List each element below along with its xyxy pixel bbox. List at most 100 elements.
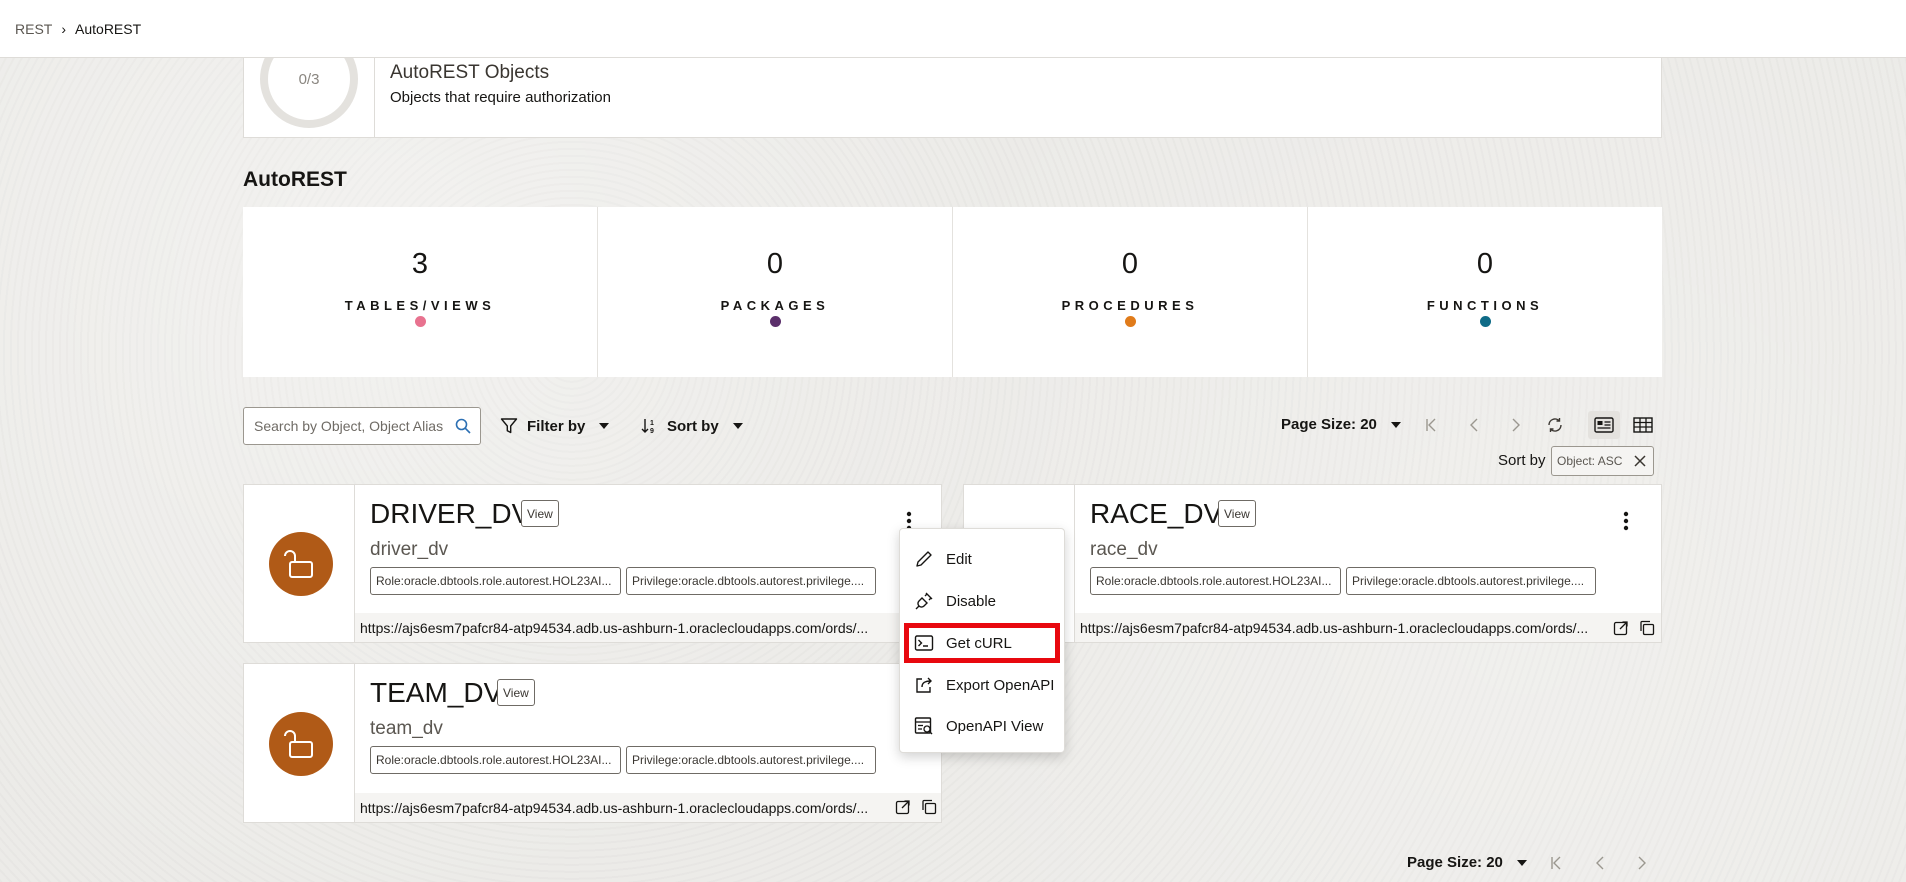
menu-item-label: OpenAPI View — [946, 717, 1044, 735]
card-url: https://ajs6esm7pafcr84-atp94534.adb.us-… — [355, 613, 941, 642]
objects-summary-title: AutoREST Objects — [390, 62, 550, 83]
card-icon-cell — [244, 664, 355, 822]
next-page-icon[interactable] — [1630, 851, 1654, 875]
card-object-alias: team_dv — [370, 718, 443, 739]
card-url-text[interactable]: https://ajs6esm7pafcr84-atp94534.adb.us-… — [1080, 620, 1588, 636]
sort-icon: 19 — [641, 419, 654, 435]
menu-item-label: Export OpenAPI — [946, 676, 1055, 694]
menu-item-label: Edit — [946, 550, 972, 568]
stat-label: FUNCTIONS — [1426, 298, 1544, 313]
menu-item-openapi-view[interactable]: OpenAPI View — [906, 708, 1058, 744]
progress-ring: 0/3 — [260, 58, 358, 128]
menu-item-export-openapi[interactable]: Export OpenAPI — [906, 667, 1058, 703]
card-object-alias: race_dv — [1090, 539, 1158, 560]
autorest-objects-summary: 0/3 AutoREST Objects Objects that requir… — [243, 58, 1662, 138]
breadcrumb-current: AutoREST — [75, 20, 142, 37]
sort-by-label: Sort by — [667, 417, 719, 435]
objects-summary-subtitle: Objects that require authorization — [390, 89, 611, 106]
object-card-team-dv[interactable]: TEAM_DV View team_dv Role:oracle.dbtools… — [243, 663, 942, 823]
stat-dot — [1125, 316, 1136, 327]
card-url-text[interactable]: https://ajs6esm7pafcr84-atp94534.adb.us-… — [360, 620, 868, 636]
card-url-text[interactable]: https://ajs6esm7pafcr84-atp94534.adb.us-… — [360, 800, 868, 816]
breadcrumb: REST › AutoREST — [0, 0, 1906, 58]
table-view-icon[interactable] — [1630, 413, 1656, 437]
next-page-icon[interactable] — [1504, 413, 1528, 437]
stat-tables-views: 3 TABLES/VIEWS — [243, 207, 598, 377]
open-link-icon[interactable] — [895, 799, 911, 820]
terminal-icon — [914, 635, 934, 651]
search-box — [243, 407, 481, 445]
stat-label: PACKAGES — [720, 298, 830, 313]
stats-panel: 3 TABLES/VIEWS 0 PACKAGES 0 PROCEDURES 0… — [243, 207, 1662, 377]
menu-item-edit[interactable]: Edit — [906, 541, 1058, 577]
chevron-down-icon — [732, 423, 743, 429]
stat-packages: 0 PACKAGES — [598, 207, 953, 377]
page-size-label: Page Size: 20 — [1407, 854, 1503, 871]
section-title: AutoREST — [243, 168, 347, 191]
unplug-icon — [915, 592, 933, 610]
sort-chip-value: Object: ASC — [1557, 454, 1623, 468]
stat-label: TABLES/VIEWS — [344, 298, 496, 313]
stat-procedures: 0 PROCEDURES — [953, 207, 1308, 377]
search-input[interactable] — [254, 418, 449, 434]
previous-page-icon[interactable] — [1462, 413, 1486, 437]
card-object-name: RACE_DV — [1090, 498, 1223, 529]
breadcrumb-separator-icon: › — [61, 20, 67, 37]
export-icon — [916, 677, 932, 693]
previous-page-icon[interactable] — [1588, 851, 1612, 875]
filter-icon — [500, 418, 518, 434]
sort-chip: Object: ASC — [1551, 446, 1654, 476]
card-url: https://ajs6esm7pafcr84-atp94534.adb.us-… — [355, 793, 941, 822]
menu-item-label: Get cURL — [946, 634, 1012, 652]
role-tag: Role:oracle.dbtools.role.autorest.HOL23A… — [370, 567, 621, 595]
filter-by-button[interactable]: Filter by — [500, 412, 610, 440]
active-sort-label: Sort by — [1498, 452, 1546, 469]
chevron-down-icon — [1390, 421, 1401, 428]
view-badge: View — [521, 500, 559, 527]
svg-text:1: 1 — [650, 420, 654, 427]
unlock-icon — [269, 532, 333, 596]
stat-value: 0 — [766, 248, 784, 280]
first-page-icon[interactable] — [1420, 413, 1444, 437]
pencil-icon — [916, 551, 932, 567]
open-link-icon[interactable] — [1613, 620, 1629, 641]
stat-dot — [770, 316, 781, 327]
privilege-tag: Privilege:oracle.dbtools.autorest.privil… — [626, 567, 876, 595]
footer-page-size-select[interactable]: Page Size: 20 — [1407, 854, 1527, 871]
refresh-icon[interactable] — [1543, 413, 1567, 437]
object-card-race-dv[interactable]: RACE_DV View race_dv Role:oracle.dbtools… — [963, 484, 1662, 643]
card-icon-cell — [244, 485, 355, 642]
object-card-driver-dv[interactable]: DRIVER_DV View driver_dv Role:oracle.dbt… — [243, 484, 942, 643]
role-tag: Role:oracle.dbtools.role.autorest.HOL23A… — [1090, 567, 1341, 595]
card-object-alias: driver_dv — [370, 539, 449, 560]
card-object-name: TEAM_DV — [370, 677, 503, 708]
openapi-view-icon — [914, 717, 933, 735]
view-badge: View — [497, 679, 535, 706]
stat-value: 3 — [411, 248, 429, 280]
more-actions-icon[interactable] — [1614, 509, 1638, 533]
svg-text:9: 9 — [650, 428, 654, 435]
first-page-icon[interactable] — [1545, 851, 1569, 875]
search-icon[interactable] — [455, 418, 471, 439]
page-size-select[interactable]: Page Size: 20 — [1281, 416, 1401, 433]
unlock-icon — [269, 712, 333, 776]
menu-item-get-curl[interactable]: Get cURL — [904, 623, 1060, 663]
privilege-tag: Privilege:oracle.dbtools.autorest.privil… — [626, 746, 876, 774]
copy-icon[interactable] — [921, 799, 937, 820]
progress-ring-value: 0/3 — [298, 70, 320, 88]
stat-functions: 0 FUNCTIONS — [1308, 207, 1662, 377]
close-icon[interactable] — [1633, 454, 1647, 471]
card-view-icon[interactable] — [1588, 411, 1620, 439]
stat-dot — [1480, 316, 1491, 327]
card-object-name: DRIVER_DV — [370, 498, 531, 529]
role-tag: Role:oracle.dbtools.role.autorest.HOL23A… — [370, 746, 621, 774]
card-url: https://ajs6esm7pafcr84-atp94534.adb.us-… — [1075, 613, 1661, 642]
breadcrumb-rest-link[interactable]: REST — [15, 21, 52, 37]
privilege-tag: Privilege:oracle.dbtools.autorest.privil… — [1346, 567, 1596, 595]
menu-item-disable[interactable]: Disable — [906, 583, 1058, 619]
sort-by-button[interactable]: 19 Sort by — [640, 412, 743, 440]
progress-ring-cell: 0/3 — [244, 58, 375, 138]
stat-value: 0 — [1121, 248, 1139, 280]
menu-item-label: Disable — [946, 592, 997, 610]
copy-icon[interactable] — [1639, 620, 1655, 641]
